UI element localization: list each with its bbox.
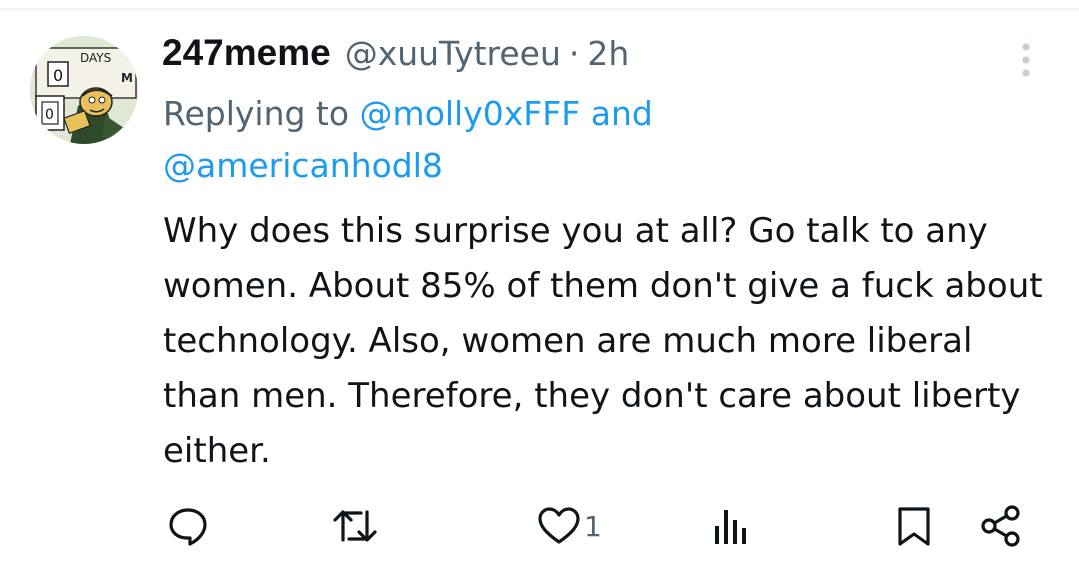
mention-joiner[interactable]: and — [591, 94, 653, 133]
tweet-header: 247meme @xuuTytreeu · 2h — [162, 32, 629, 82]
avatar-sign-top: DAYS — [80, 51, 111, 65]
retweet-button[interactable] — [331, 500, 379, 552]
views-button[interactable] — [712, 500, 752, 552]
avatar-sign-bottom: 0 — [45, 107, 54, 123]
display-name[interactable]: 247meme — [162, 32, 331, 74]
more-options-icon[interactable] — [1006, 40, 1046, 80]
action-bar: 1 — [0, 500, 1079, 552]
tweet-text: Why does this surprise you at all? Go ta… — [163, 211, 1043, 471]
separator-dot: · — [568, 34, 580, 73]
analytics-icon — [715, 510, 746, 544]
mention-link-2[interactable]: @americanhodl8 — [163, 146, 443, 185]
share-button[interactable] — [978, 500, 1024, 552]
retweet-icon — [333, 510, 377, 542]
share-icon — [981, 505, 1020, 547]
avatar[interactable]: DAYS 0 M 0 — [30, 36, 138, 144]
avatar-sign-left: 0 — [53, 66, 63, 85]
like-button[interactable]: 1 — [536, 500, 602, 552]
top-divider — [0, 8, 1079, 10]
user-handle[interactable]: @xuuTytreeu — [345, 34, 561, 73]
reply-button[interactable] — [166, 500, 210, 552]
bookmark-button[interactable] — [894, 500, 934, 552]
heart-icon — [538, 507, 580, 544]
bookmark-icon — [898, 507, 930, 546]
replying-to-label: Replying to — [163, 94, 350, 133]
like-count: 1 — [584, 509, 602, 543]
avatar-image: DAYS 0 M 0 — [30, 36, 138, 144]
mention-link-1[interactable]: @molly0xFFF — [360, 94, 581, 133]
replying-to: Replying to @molly0xFFF and @americanhod… — [163, 88, 1043, 192]
avatar-sign-right: M — [121, 71, 133, 85]
reply-bubble-icon — [169, 508, 207, 546]
timestamp[interactable]: 2h — [587, 34, 629, 73]
